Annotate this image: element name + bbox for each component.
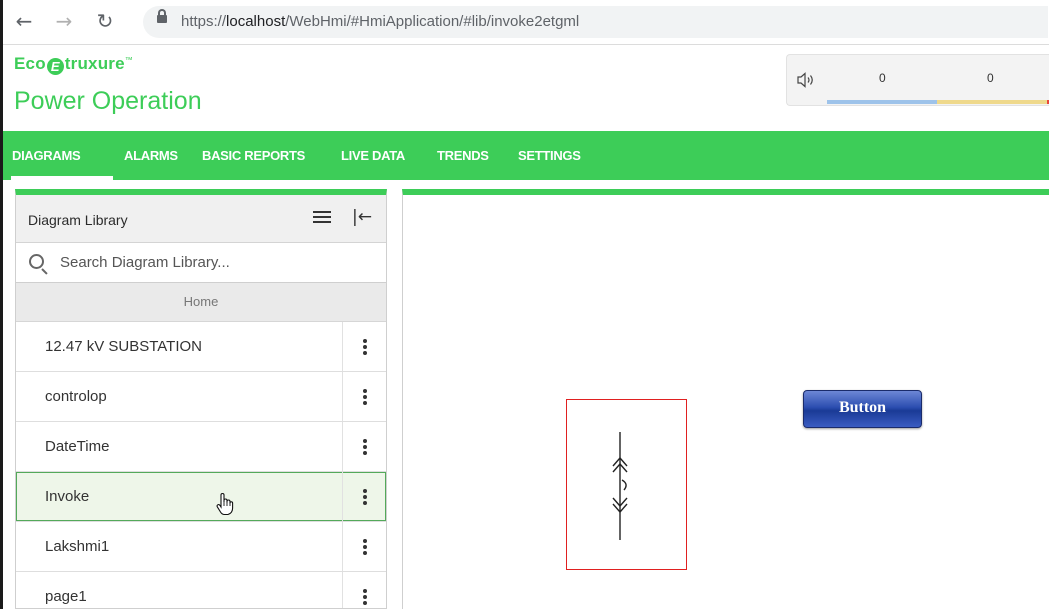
library-header: Diagram Library |← [16,195,386,243]
alarm-medium-indicator [937,100,1047,104]
menu-icon[interactable] [313,211,331,225]
search-icon [29,254,44,269]
browser-toolbar: ← → ↻ https://localhost/WebHmi/#HmiAppli… [3,0,1049,45]
list-item[interactable]: controlop [16,372,386,422]
active-tab-indicator [11,176,113,180]
url-text[interactable]: https://localhost/WebHmi/#HmiApplication… [181,13,579,30]
alarm-low-indicator [827,100,937,104]
alarm-count-medium: 0 [987,71,994,85]
tab-diagrams[interactable]: DIAGRAMS [12,148,81,163]
more-vert-icon[interactable] [342,572,386,608]
app-window: ← → ↻ https://localhost/WebHmi/#HmiAppli… [0,0,1049,609]
breadcrumb-home[interactable]: Home [16,283,386,322]
diagram-list: 12.47 kV SUBSTATION controlop DateTime I… [16,322,386,608]
diagram-canvas[interactable] [402,189,1049,609]
list-item[interactable]: DateTime [16,422,386,472]
alarm-count-low: 0 [879,71,886,85]
list-item-label: 12.47 kV SUBSTATION [45,338,202,355]
ecostruxure-logo: Eco Etruxure™ [14,54,133,75]
list-item[interactable]: Lakshmi1 [16,522,386,572]
more-vert-icon[interactable] [342,322,386,371]
address-bar[interactable]: https://localhost/WebHmi/#HmiApplication… [143,6,1048,38]
forward-arrow-icon[interactable]: → [53,10,75,32]
app-title: Power Operation [14,87,202,115]
switch-symbol-selection[interactable] [566,399,687,570]
list-item[interactable]: 12.47 kV SUBSTATION [16,322,386,372]
list-item-label: Lakshmi1 [45,538,110,555]
more-vert-icon[interactable] [342,472,386,521]
list-item-label: DateTime [45,438,110,455]
search-input[interactable] [60,249,360,275]
list-item[interactable]: page1 [16,572,386,608]
url-host: localhost [226,13,286,30]
list-item-selected[interactable]: Invoke [16,472,386,522]
more-vert-icon[interactable] [342,372,386,421]
tab-basic-reports[interactable]: BASIC REPORTS [202,148,305,163]
tab-alarms[interactable]: ALARMS [124,148,178,163]
more-vert-icon[interactable] [342,522,386,571]
tab-live-data[interactable]: LIVE DATA [341,148,405,163]
tab-settings[interactable]: SETTINGS [518,148,581,163]
tab-trends[interactable]: TRENDS [437,148,489,163]
url-prefix: https:// [181,13,227,30]
collapse-panel-icon[interactable]: |← [352,207,372,227]
url-path: /WebHmi/#HmiApplication/#lib/invoke2etgm… [285,13,580,30]
list-item-label: Invoke [45,488,90,505]
withdrawable-breaker-icon[interactable] [567,400,685,568]
alarm-summary-bar[interactable]: 0 0 [786,54,1049,106]
list-item-label: page1 [45,588,87,605]
hand-cursor-icon [216,492,234,516]
back-arrow-icon[interactable]: ← [13,10,35,32]
library-title: Diagram Library [28,212,128,228]
logo-e-icon: E [46,58,64,75]
more-vert-icon[interactable] [342,422,386,471]
main-nav: DIAGRAMS ALARMS BASIC REPORTS LIVE DATA … [3,131,1049,180]
list-item-label: controlop [45,388,107,405]
reload-icon[interactable]: ↻ [94,10,116,32]
diagram-library-panel: Diagram Library |← Home 12.47 kV SUBSTAT… [15,189,387,609]
canvas-button[interactable]: Button [803,390,922,428]
lock-icon [157,9,167,23]
speaker-icon[interactable] [796,72,818,88]
app-header: Eco Etruxure™ Power Operation 0 0 [3,45,1049,131]
library-search [16,243,386,283]
